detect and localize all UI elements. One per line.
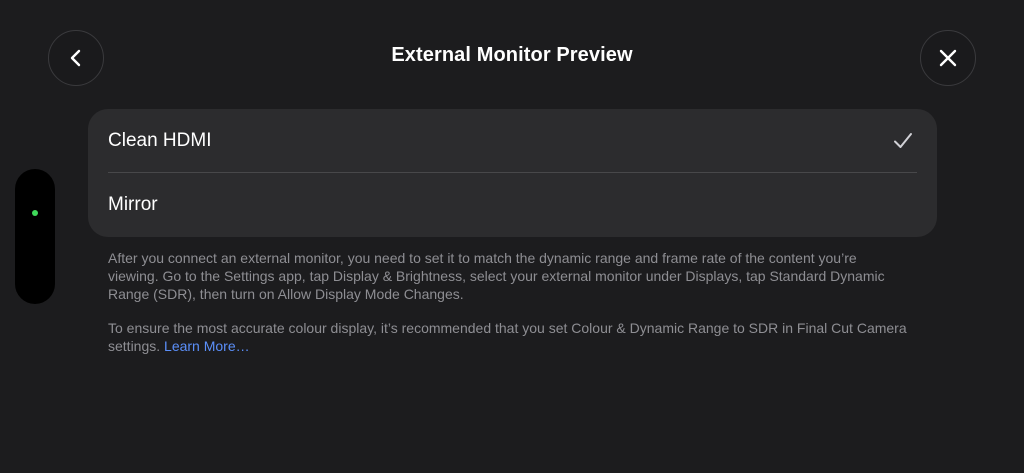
- side-indicator-pill: [15, 169, 55, 304]
- option-label: Clean HDMI: [108, 130, 212, 151]
- info-paragraph-2: To ensure the most accurate colour displ…: [108, 319, 908, 355]
- output-mode-options: Clean HDMI Mirror: [88, 109, 937, 237]
- page-title: External Monitor Preview: [391, 44, 633, 66]
- external-monitor-preview-screen: External Monitor Preview Clean HDMI Mirr…: [0, 0, 1024, 473]
- option-clean-hdmi[interactable]: Clean HDMI: [88, 109, 937, 173]
- status-dot: [32, 210, 38, 216]
- close-icon: [939, 49, 957, 67]
- learn-more-link[interactable]: Learn More…: [164, 338, 250, 354]
- option-label: Mirror: [108, 194, 158, 215]
- close-button[interactable]: [920, 30, 976, 86]
- option-mirror[interactable]: Mirror: [88, 173, 937, 237]
- info-paragraph-1: After you connect an external monitor, y…: [108, 250, 885, 302]
- info-text: After you connect an external monitor, y…: [108, 249, 908, 371]
- checkmark-icon: [894, 133, 912, 148]
